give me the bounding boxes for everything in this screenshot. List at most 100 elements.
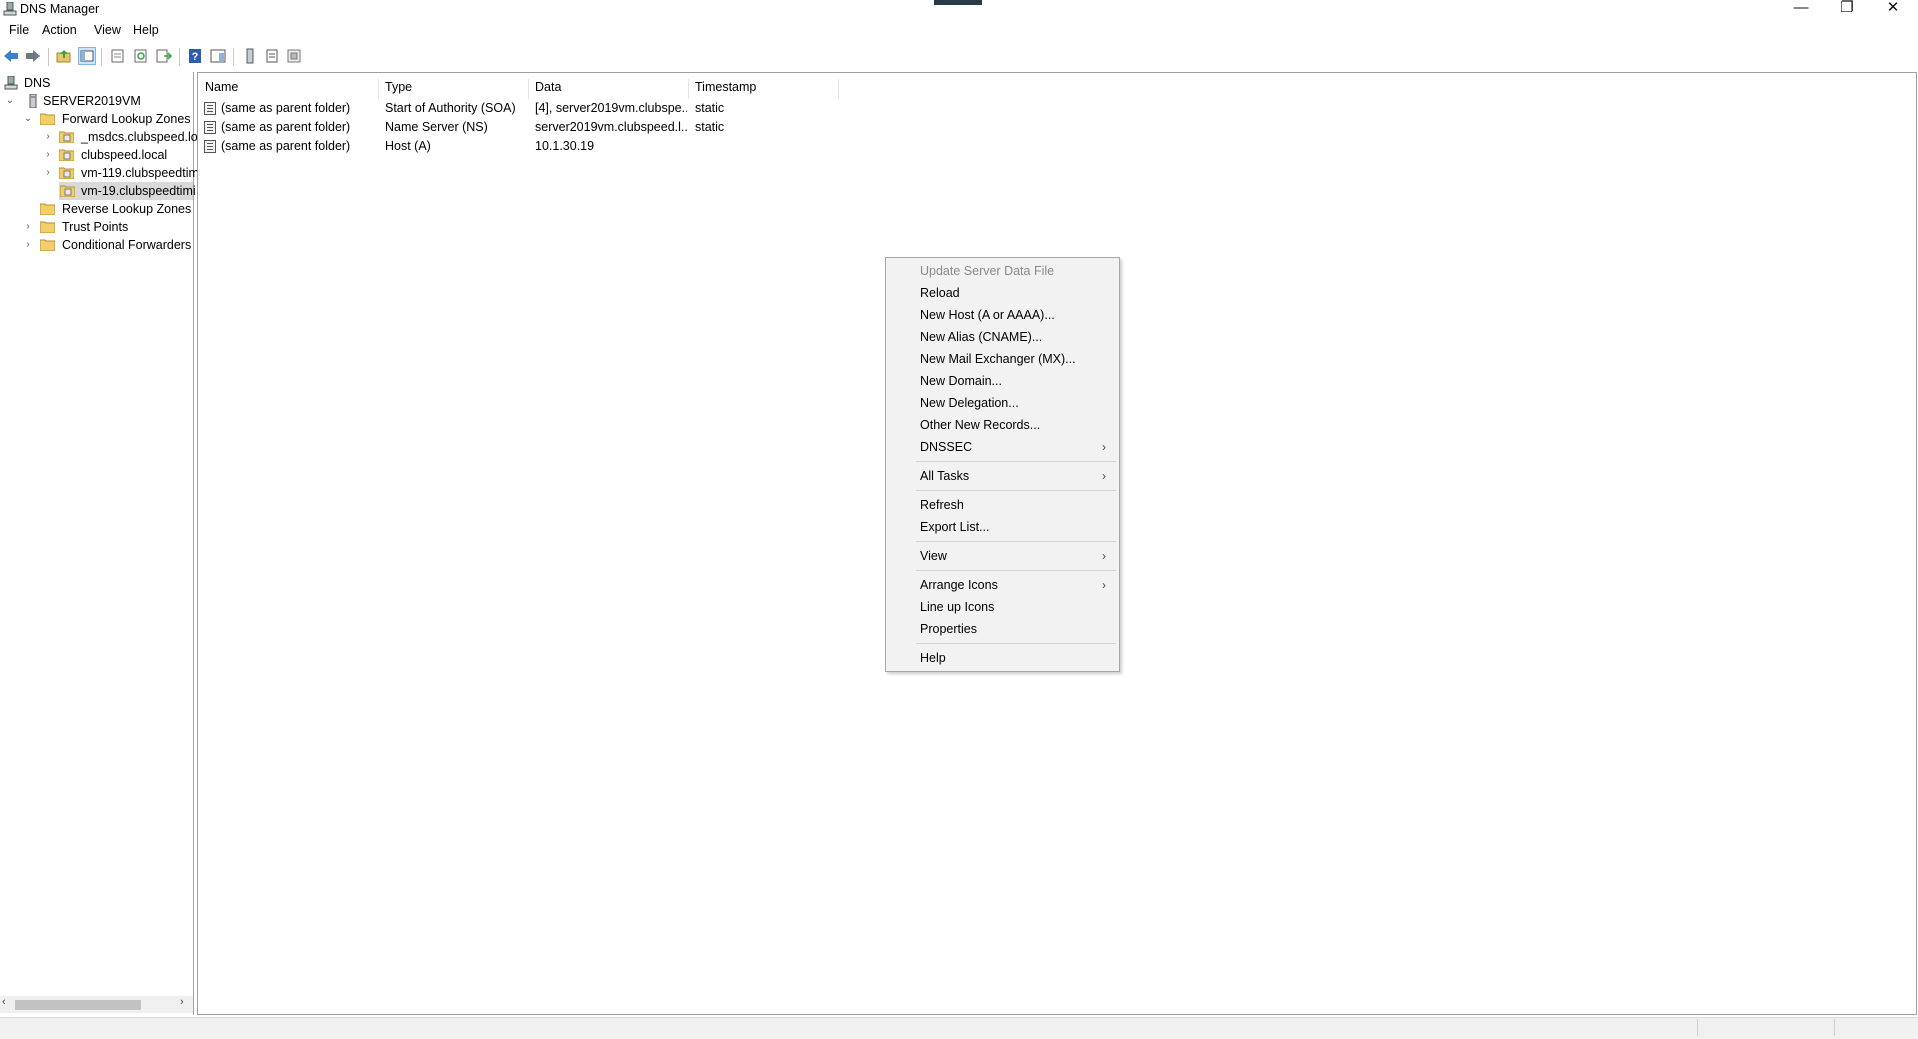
menu-separator — [916, 541, 1116, 542]
menu-bar — [0, 21, 1918, 42]
toolbar-separator — [233, 48, 234, 66]
tree-item-label: vm-19.clubspeedtimi — [81, 184, 196, 198]
record-timestamp: static — [695, 101, 725, 115]
tree-item-zone-vm-19[interactable]: vm-19.clubspeedtimi — [59, 182, 196, 200]
up-folder-icon[interactable] — [55, 47, 73, 65]
chevron-right-icon[interactable]: › — [42, 164, 54, 182]
help-icon[interactable]: ? — [186, 47, 204, 65]
restore-button[interactable]: ❐ — [1824, 0, 1870, 18]
chevron-right-icon[interactable]: › — [42, 128, 54, 146]
close-button[interactable]: ✕ — [1870, 0, 1916, 18]
status-separator — [1834, 1019, 1835, 1036]
submenu-arrow-icon: › — [1102, 578, 1106, 592]
tree-item-label: vm-119.clubspeedtim — [81, 166, 199, 180]
tree-item-label: clubspeed.local — [81, 148, 168, 162]
dns-app-icon — [3, 2, 17, 16]
window-title: DNS Manager — [20, 2, 100, 16]
tree-item-zone-msdcs[interactable]: › _msdcs.clubspeed.lo — [42, 128, 197, 146]
back-icon[interactable] — [2, 47, 20, 65]
forward-icon[interactable] — [24, 47, 42, 65]
tree-item-trust-points[interactable]: › Trust Points — [22, 218, 192, 236]
menu-file[interactable]: File — [9, 23, 29, 37]
menu-item-dnssec[interactable]: DNSSEC — [920, 437, 972, 457]
menu-item-other-new-records[interactable]: Other New Records... — [920, 415, 1040, 435]
svg-text:?: ? — [192, 51, 199, 63]
submenu-arrow-icon: › — [1102, 440, 1106, 454]
menu-item-refresh[interactable]: Refresh — [920, 495, 964, 515]
tree-item-label: Reverse Lookup Zones — [62, 202, 192, 216]
menu-item-new-delegation[interactable]: New Delegation... — [920, 393, 1019, 413]
server-icon[interactable] — [241, 47, 259, 65]
zone-icon — [59, 166, 74, 179]
tree-item-label: Forward Lookup Zones — [62, 112, 191, 126]
chevron-right-icon[interactable]: › — [42, 146, 54, 164]
properties-icon[interactable] — [109, 47, 127, 65]
menu-separator — [916, 490, 1116, 491]
folder-icon — [40, 202, 55, 215]
menu-help[interactable]: Help — [133, 23, 159, 37]
menu-item-help[interactable]: Help — [920, 648, 946, 668]
chevron-down-icon[interactable]: ⌄ — [22, 110, 34, 128]
scrollbar-thumb[interactable] — [15, 1000, 141, 1010]
chevron-right-icon[interactable]: › — [22, 236, 34, 254]
folder-icon — [40, 220, 55, 233]
toolbar-separator — [48, 48, 49, 66]
menu-item-new-host[interactable]: New Host (A or AAAA)... — [920, 305, 1055, 325]
menu-item-line-up-icons[interactable]: Line up Icons — [920, 597, 994, 617]
record-timestamp — [695, 137, 835, 155]
export-list-icon[interactable] — [155, 47, 173, 65]
toolbar-separator — [101, 48, 102, 66]
menu-action[interactable]: Action — [42, 23, 77, 37]
folder-icon — [40, 238, 55, 251]
tree-item-reverse-lookup-zones[interactable]: Reverse Lookup Zones — [22, 200, 192, 218]
menu-item-new-domain[interactable]: New Domain... — [920, 371, 1002, 391]
column-header-timestamp[interactable]: Timestamp — [689, 79, 839, 99]
tree-item-forward-lookup-zones[interactable]: ⌄ Forward Lookup Zones — [22, 110, 192, 128]
server-icon — [26, 94, 41, 108]
menu-item-new-mail-exchanger[interactable]: New Mail Exchanger (MX)... — [920, 349, 1076, 369]
tree-item-label: Trust Points — [62, 220, 129, 234]
column-header-type[interactable]: Type — [379, 79, 529, 99]
list-view-icon[interactable] — [263, 47, 281, 65]
zone-icon — [59, 130, 74, 143]
show-hide-console-tree-icon[interactable] — [78, 47, 96, 65]
menu-separator — [916, 570, 1116, 571]
tree-item-server[interactable]: ⌄ SERVER2019VM — [4, 92, 192, 110]
title-accent-bar — [934, 0, 982, 5]
menu-item-view[interactable]: View — [920, 546, 947, 566]
menu-item-export-list[interactable]: Export List... — [920, 517, 989, 537]
menu-item-reload[interactable]: Reload — [920, 283, 960, 303]
zone-icon — [59, 148, 74, 161]
dns-icon — [4, 76, 19, 90]
column-header-data[interactable]: Data — [529, 79, 689, 99]
tree-item-zone-clubspeed-local[interactable]: › clubspeed.local — [42, 146, 192, 164]
record-data: 10.1.30.19 — [535, 139, 595, 153]
menu-separator — [916, 461, 1116, 462]
menu-item-arrange-icons[interactable]: Arrange Icons — [920, 575, 998, 595]
zone-icon[interactable] — [285, 47, 303, 65]
minimize-button[interactable]: — — [1778, 0, 1824, 18]
tree-item-conditional-forwarders[interactable]: › Conditional Forwarders — [22, 236, 192, 254]
column-header-name[interactable]: Name — [199, 79, 379, 99]
menu-item-update-server-data-file: Update Server Data File — [920, 264, 1055, 278]
tree-item-label: SERVER2019VM — [43, 94, 141, 108]
tree-item-label: Conditional Forwarders — [62, 238, 192, 252]
show-hide-action-pane-icon[interactable] — [209, 47, 227, 65]
toolbar-separator — [179, 48, 180, 66]
menu-item-all-tasks[interactable]: All Tasks — [920, 466, 969, 486]
chevron-right-icon[interactable]: › — [22, 218, 34, 236]
chevron-down-icon[interactable]: ⌄ — [4, 92, 16, 110]
scroll-right-icon[interactable]: › — [180, 996, 184, 1008]
menu-item-new-alias[interactable]: New Alias (CNAME)... — [920, 327, 1042, 347]
menu-item-properties[interactable]: Properties — [920, 619, 977, 639]
record-data: server2019vm.clubspeed.l... — [535, 120, 687, 134]
tree-item-dns[interactable]: DNS — [4, 74, 192, 92]
tree-item-label: _msdcs.clubspeed.lo — [81, 130, 198, 144]
record-icon — [204, 102, 216, 115]
menu-view[interactable]: View — [94, 23, 121, 37]
record-type: Name Server (NS) — [385, 120, 488, 134]
refresh-icon[interactable] — [132, 47, 150, 65]
record-data: [4], server2019vm.clubspe... — [535, 101, 687, 115]
scroll-left-icon[interactable]: ‹ — [2, 996, 6, 1008]
tree-item-zone-vm-119[interactable]: › vm-119.clubspeedtim — [42, 164, 199, 182]
